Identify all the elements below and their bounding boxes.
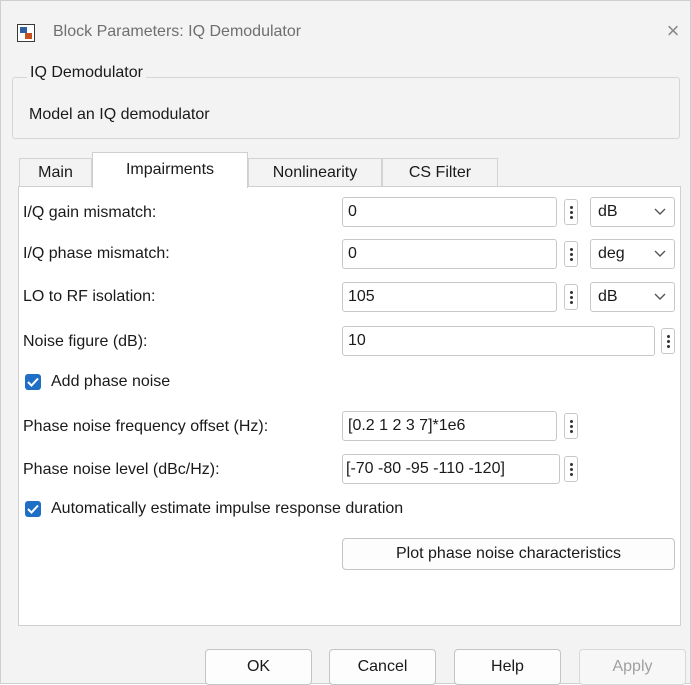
phase-noise-freq-label: Phase noise frequency offset (Hz): (23, 418, 269, 435)
gain-mismatch-input[interactable]: 0 (342, 197, 557, 227)
tab-cs-filter[interactable]: CS Filter (382, 158, 498, 187)
close-icon[interactable]: × (661, 19, 685, 43)
title-bar: Block Parameters: IQ Demodulator × (1, 1, 690, 63)
kebab-menu-icon[interactable] (564, 413, 578, 439)
kebab-menu-icon[interactable] (564, 456, 578, 482)
apply-button[interactable]: Apply (579, 649, 686, 685)
phase-noise-level-input[interactable]: [-70 -80 -95 -110 -120] (342, 454, 560, 484)
auto-estimate-label[interactable]: Automatically estimate impulse response … (51, 500, 403, 518)
noise-figure-input[interactable]: 10 (342, 326, 655, 356)
auto-estimate-checkbox[interactable] (25, 501, 41, 517)
kebab-menu-icon[interactable] (564, 284, 578, 310)
lo-rf-isolation-unit: dB (598, 288, 618, 305)
kebab-menu-icon[interactable] (564, 241, 578, 267)
lo-rf-isolation-unit-select[interactable]: dB (590, 282, 675, 312)
help-button[interactable]: Help (454, 649, 561, 685)
ok-button[interactable]: OK (205, 649, 312, 685)
add-phase-noise-label[interactable]: Add phase noise (51, 373, 170, 391)
lo-rf-isolation-input[interactable]: 105 (342, 282, 557, 312)
plot-phase-noise-button[interactable]: Plot phase noise characteristics (342, 538, 675, 570)
phase-mismatch-label: I/Q phase mismatch: (23, 245, 170, 262)
tab-main[interactable]: Main (19, 158, 92, 187)
tab-nonlinearity[interactable]: Nonlinearity (248, 158, 382, 187)
chevron-down-icon (654, 250, 666, 257)
simulink-block-icon (17, 24, 35, 42)
chevron-down-icon (654, 208, 666, 215)
group-legend: IQ Demodulator (27, 64, 146, 82)
phase-noise-freq-input[interactable]: [0.2 1 2 3 7]*1e6 (342, 411, 557, 441)
window-title: Block Parameters: IQ Demodulator (53, 23, 302, 40)
tab-impairments[interactable]: Impairments (92, 152, 248, 188)
cancel-button[interactable]: Cancel (329, 649, 436, 685)
phase-noise-level-label: Phase noise level (dBc/Hz): (23, 461, 220, 478)
block-description: Model an IQ demodulator (29, 106, 210, 123)
kebab-menu-icon[interactable] (661, 328, 675, 354)
chevron-down-icon (654, 293, 666, 300)
lo-rf-isolation-label: LO to RF isolation: (23, 288, 156, 305)
checkmark-icon (27, 377, 39, 387)
checkmark-icon (27, 504, 39, 514)
phase-mismatch-input[interactable]: 0 (342, 239, 557, 269)
dialog-window: Block Parameters: IQ Demodulator × IQ De… (0, 0, 691, 685)
noise-figure-label: Noise figure (dB): (23, 333, 148, 350)
kebab-menu-icon[interactable] (564, 199, 578, 225)
gain-mismatch-label: I/Q gain mismatch: (23, 204, 157, 221)
gain-mismatch-unit-select[interactable]: dB (590, 197, 675, 227)
phase-mismatch-unit-select[interactable]: deg (590, 239, 675, 269)
phase-mismatch-unit: deg (598, 245, 625, 262)
add-phase-noise-checkbox[interactable] (25, 374, 41, 390)
gain-mismatch-unit: dB (598, 203, 618, 220)
